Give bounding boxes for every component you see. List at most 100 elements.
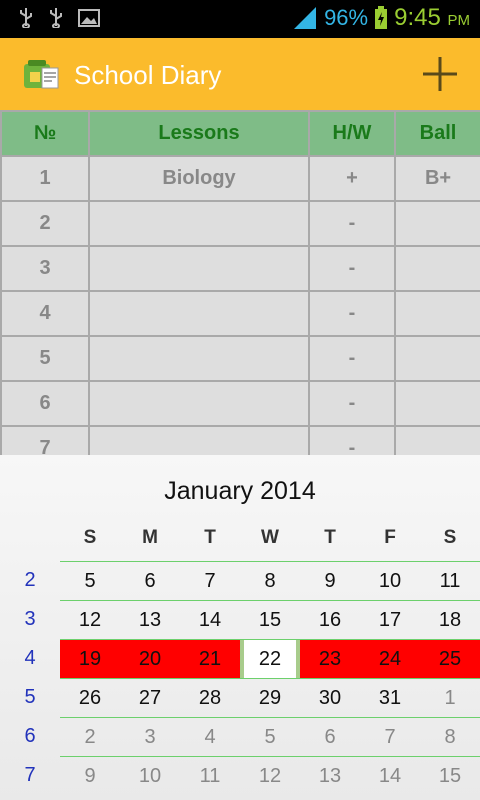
lesson-name	[88, 335, 310, 382]
calendar-day[interactable]: 16	[300, 601, 360, 639]
weekday-label: T	[324, 527, 336, 548]
week-number: 5	[24, 686, 36, 708]
clock: 9:45 PM	[394, 4, 470, 31]
calendar-day[interactable]: 4	[180, 718, 240, 756]
calendar-day[interactable]: 21	[180, 640, 240, 678]
battery-charging-icon	[375, 6, 388, 29]
lesson-name	[88, 290, 310, 337]
calendar-week: 5 26 27 28 29 30 31 1	[0, 678, 480, 717]
calendar-day[interactable]: 7	[180, 562, 240, 600]
grade	[394, 245, 480, 292]
calendar-day[interactable]: 9	[60, 757, 120, 795]
calendar-week: 2 5 6 7 8 9 10 11	[0, 561, 480, 600]
calendar-day[interactable]: 18	[420, 601, 480, 639]
homework-status: -	[308, 425, 396, 455]
week-number: 7	[24, 764, 36, 786]
grade: B+	[394, 155, 480, 202]
homework-status: -	[308, 245, 396, 292]
lesson-name	[88, 245, 310, 292]
lesson-name: Biology	[88, 155, 310, 202]
calendar-day[interactable]: 10	[360, 562, 420, 600]
homework-status: -	[308, 380, 396, 427]
header-ball: Ball	[394, 110, 480, 157]
table-row[interactable]: 2-	[0, 200, 480, 247]
table-row[interactable]: 1 Biology + B+	[0, 155, 480, 202]
calendar-day[interactable]: 24	[360, 640, 420, 678]
calendar-day[interactable]: 10	[120, 757, 180, 795]
row-number: 4	[0, 290, 90, 337]
action-bar: School Diary	[0, 38, 480, 110]
calendar-picker: January 2014 S M T W T F S 2 5 6 7 8 9 10 11 3 12…	[0, 455, 480, 800]
calendar-week: 4 19 20 21 22 23 24 25	[0, 639, 480, 678]
weekday-label: W	[261, 527, 279, 548]
weekday-header: S M T W T F S	[60, 527, 480, 549]
calendar-day[interactable]: 8	[420, 718, 480, 756]
weekday-label: F	[384, 527, 396, 548]
calendar-day[interactable]: 3	[120, 718, 180, 756]
calendar-day[interactable]: 27	[120, 679, 180, 717]
header-homework: H/W	[308, 110, 396, 157]
table-row[interactable]: 5-	[0, 335, 480, 382]
calendar-week: 62345678	[0, 717, 480, 756]
app-title: School Diary	[74, 60, 222, 90]
weekday-label: S	[443, 527, 457, 548]
homework-status: +	[308, 155, 396, 202]
row-number: 3	[0, 245, 90, 292]
table-row[interactable]: 6-	[0, 380, 480, 427]
lesson-name	[88, 425, 310, 455]
calendar-day[interactable]: 25	[420, 640, 480, 678]
table-row[interactable]: 3-	[0, 245, 480, 292]
calendar-day[interactable]: 17	[360, 601, 420, 639]
calendar-day[interactable]: 12	[60, 601, 120, 639]
calendar-day[interactable]: 28	[180, 679, 240, 717]
calendar-day[interactable]: 14	[180, 601, 240, 639]
calendar-day[interactable]: 26	[60, 679, 120, 717]
calendar-day[interactable]: 5	[240, 718, 300, 756]
grade	[394, 380, 480, 427]
table-row[interactable]: 4-	[0, 290, 480, 337]
homework-status: -	[308, 200, 396, 247]
usb-icon	[50, 8, 62, 28]
row-number: 1	[0, 155, 90, 202]
row-number: 7	[0, 425, 90, 455]
calendar-day[interactable]: 31	[360, 679, 420, 717]
calendar-day[interactable]: 14	[360, 757, 420, 795]
calendar-day[interactable]: 30	[300, 679, 360, 717]
calendar-day[interactable]: 5	[60, 562, 120, 600]
calendar-day[interactable]: 7	[360, 718, 420, 756]
weekday-label: M	[142, 527, 158, 548]
calendar-day[interactable]: 15	[420, 757, 480, 795]
calendar-day[interactable]: 15	[240, 601, 300, 639]
calendar-day[interactable]: 6	[300, 718, 360, 756]
week-number: 3	[24, 608, 36, 630]
calendar-day-selected[interactable]: 22	[240, 640, 300, 678]
week-number: 4	[24, 647, 36, 669]
calendar-day[interactable]: 1	[420, 679, 480, 717]
week-number: 6	[24, 725, 36, 747]
calendar-day[interactable]: 11	[420, 562, 480, 600]
calendar-day[interactable]: 6	[120, 562, 180, 600]
grade	[394, 335, 480, 382]
calendar-day[interactable]: 13	[300, 757, 360, 795]
calendar-day[interactable]: 19	[60, 640, 120, 678]
calendar-day[interactable]: 9	[300, 562, 360, 600]
row-number: 2	[0, 200, 90, 247]
calendar-day[interactable]: 11	[180, 757, 240, 795]
calendar-day[interactable]: 20	[120, 640, 180, 678]
calendar-day[interactable]: 8	[240, 562, 300, 600]
grade	[394, 290, 480, 337]
calendar-day[interactable]: 29	[240, 679, 300, 717]
row-number: 5	[0, 335, 90, 382]
row-number: 6	[0, 380, 90, 427]
header-number: №	[0, 110, 90, 157]
calendar-day[interactable]: 2	[60, 718, 120, 756]
lessons-table: № Lessons H/W Ball 1 Biology + B+ 2-3-4-5-6-…	[0, 110, 480, 455]
add-button[interactable]	[420, 54, 460, 94]
calendar-day[interactable]: 12	[240, 757, 300, 795]
calendar-day[interactable]: 13	[120, 601, 180, 639]
weekday-label: S	[83, 527, 97, 548]
app-logo-icon	[24, 60, 59, 89]
table-row[interactable]: 7-	[0, 425, 480, 455]
signal-icon	[294, 7, 317, 29]
calendar-day[interactable]: 23	[300, 640, 360, 678]
